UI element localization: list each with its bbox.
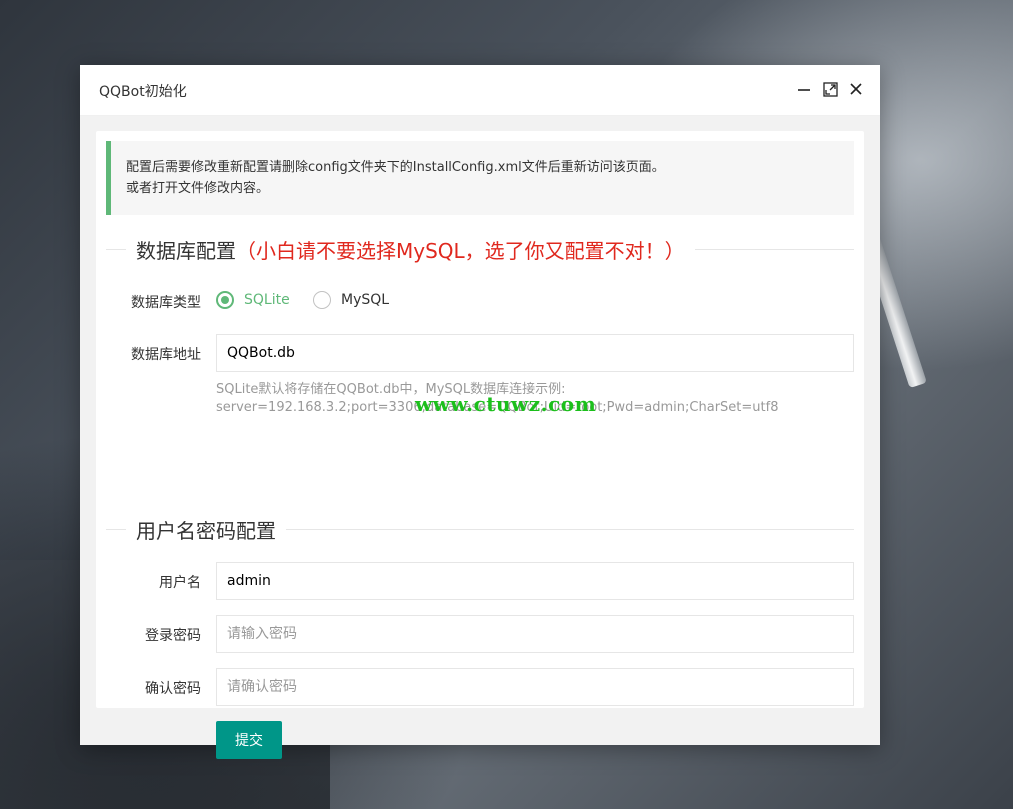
db-section-header: 数据库配置（小白请不要选择MySQL，选了你又配置不对！） [106,235,854,264]
db-address-input[interactable] [216,334,854,372]
username-label: 用户名 [159,575,201,591]
close-icon[interactable] [848,80,864,98]
radio-sqlite[interactable]: SQLite [216,291,290,309]
submit-button[interactable]: 提交 [216,721,282,759]
notice-line-1: 配置后需要修改重新配置请删除config文件夹下的InstallConfig.x… [126,160,665,175]
user-section-title: 用户名密码配置 [126,515,286,544]
radio-mysql[interactable]: MySQL [313,291,389,309]
dialog-titlebar: QQBot初始化 [80,65,880,116]
minimize-icon[interactable] [796,80,812,98]
dialog-title: QQBot初始化 [99,84,187,100]
radio-circle [216,291,234,309]
radio-circle [313,291,331,309]
notice-line-2: 或者打开文件修改内容。 [126,181,270,196]
user-section-header: 用户名密码配置 [106,515,854,544]
db-address-label: 数据库地址 [131,347,201,363]
username-input[interactable] [216,562,854,600]
username-row: 用户名 [96,562,864,600]
watermark-text: www.ctuwz.com [415,392,597,416]
db-type-row: 数据库类型 SQLite MySQL [96,291,864,311]
password-row: 登录密码 [96,615,864,653]
db-address-row: 数据库地址 [96,334,864,372]
window-controls [796,80,864,98]
maximize-icon[interactable] [822,80,838,98]
db-section-title: 数据库配置（小白请不要选择MySQL，选了你又配置不对！） [126,235,695,264]
confirm-password-input[interactable] [216,668,854,706]
form-card: 配置后需要修改重新配置请删除config文件夹下的InstallConfig.x… [96,131,864,759]
config-notice: 配置后需要修改重新配置请删除config文件夹下的InstallConfig.x… [106,141,854,215]
confirm-row: 确认密码 [96,668,864,706]
db-section-title-text: 数据库配置 [136,239,236,263]
db-warning-text: （小白请不要选择MySQL，选了你又配置不对！） [236,239,685,263]
radio-sqlite-label: SQLite [244,292,290,308]
db-type-label: 数据库类型 [131,295,201,311]
password-label: 登录密码 [145,628,201,644]
confirm-password-label: 确认密码 [145,681,201,697]
radio-mysql-label: MySQL [341,292,390,308]
password-input[interactable] [216,615,854,653]
